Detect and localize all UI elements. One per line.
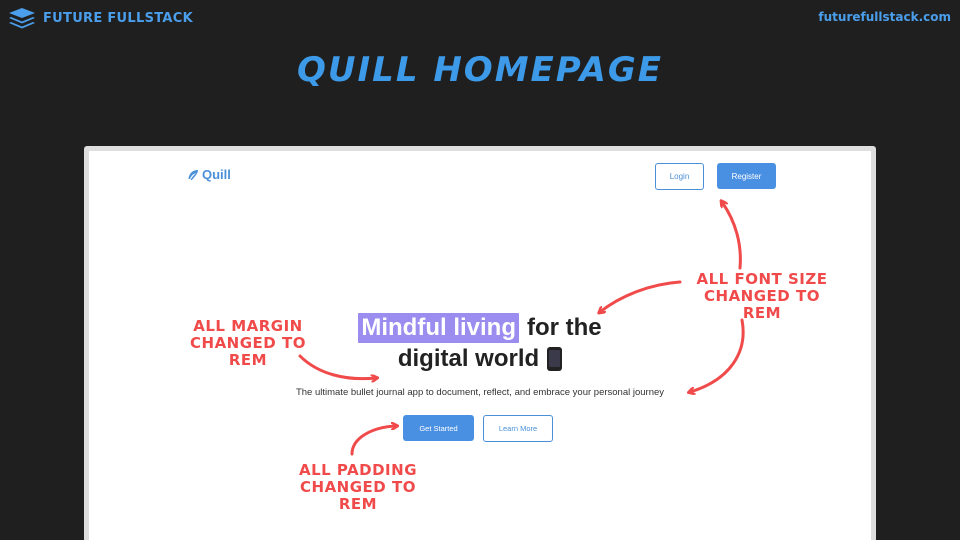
mobile-phone-icon <box>547 347 563 371</box>
feather-icon <box>188 169 198 180</box>
stacked-layers-icon <box>9 8 35 29</box>
annotation-padding: ALL PADDING CHANGED TO REM <box>284 462 432 513</box>
annotation-font-size: ALL FONT SIZE CHANGED TO REM <box>686 271 838 322</box>
brand-logo: FUTURE FULLSTACK <box>8 7 193 29</box>
headline-line2-text: digital world <box>397 345 540 372</box>
annotation-padding-line1: ALL PADDING <box>298 461 418 479</box>
annotation-padding-line2: CHANGED TO REM <box>300 478 416 513</box>
annotation-font-size-line2: CHANGED TO REM <box>704 287 820 322</box>
login-button[interactable]: Login <box>655 163 704 190</box>
annotation-margin-line1: ALL MARGIN <box>193 317 303 335</box>
annotation-margin: ALL MARGIN CHANGED TO REM <box>172 318 324 369</box>
learn-more-button[interactable]: Learn More <box>483 415 553 442</box>
logo-text: Quill <box>202 167 231 182</box>
slide-title: QUILL HOMEPAGE <box>297 50 663 90</box>
site-url[interactable]: futurefullstack.com <box>818 10 951 24</box>
annotation-margin-line2: CHANGED TO REM <box>190 334 306 369</box>
brand-name: FUTURE FULLSTACK <box>43 10 193 26</box>
headline-highlight: Mindful living <box>358 313 519 343</box>
register-button[interactable]: Register <box>717 163 776 189</box>
headline-rest: for the <box>526 314 602 341</box>
get-started-button[interactable]: Get Started <box>403 415 474 441</box>
quill-logo[interactable]: Quill <box>187 167 231 182</box>
annotation-font-size-line1: ALL FONT SIZE <box>696 270 828 288</box>
hero-tagline: The ultimate bullet journal app to docum… <box>295 387 665 398</box>
